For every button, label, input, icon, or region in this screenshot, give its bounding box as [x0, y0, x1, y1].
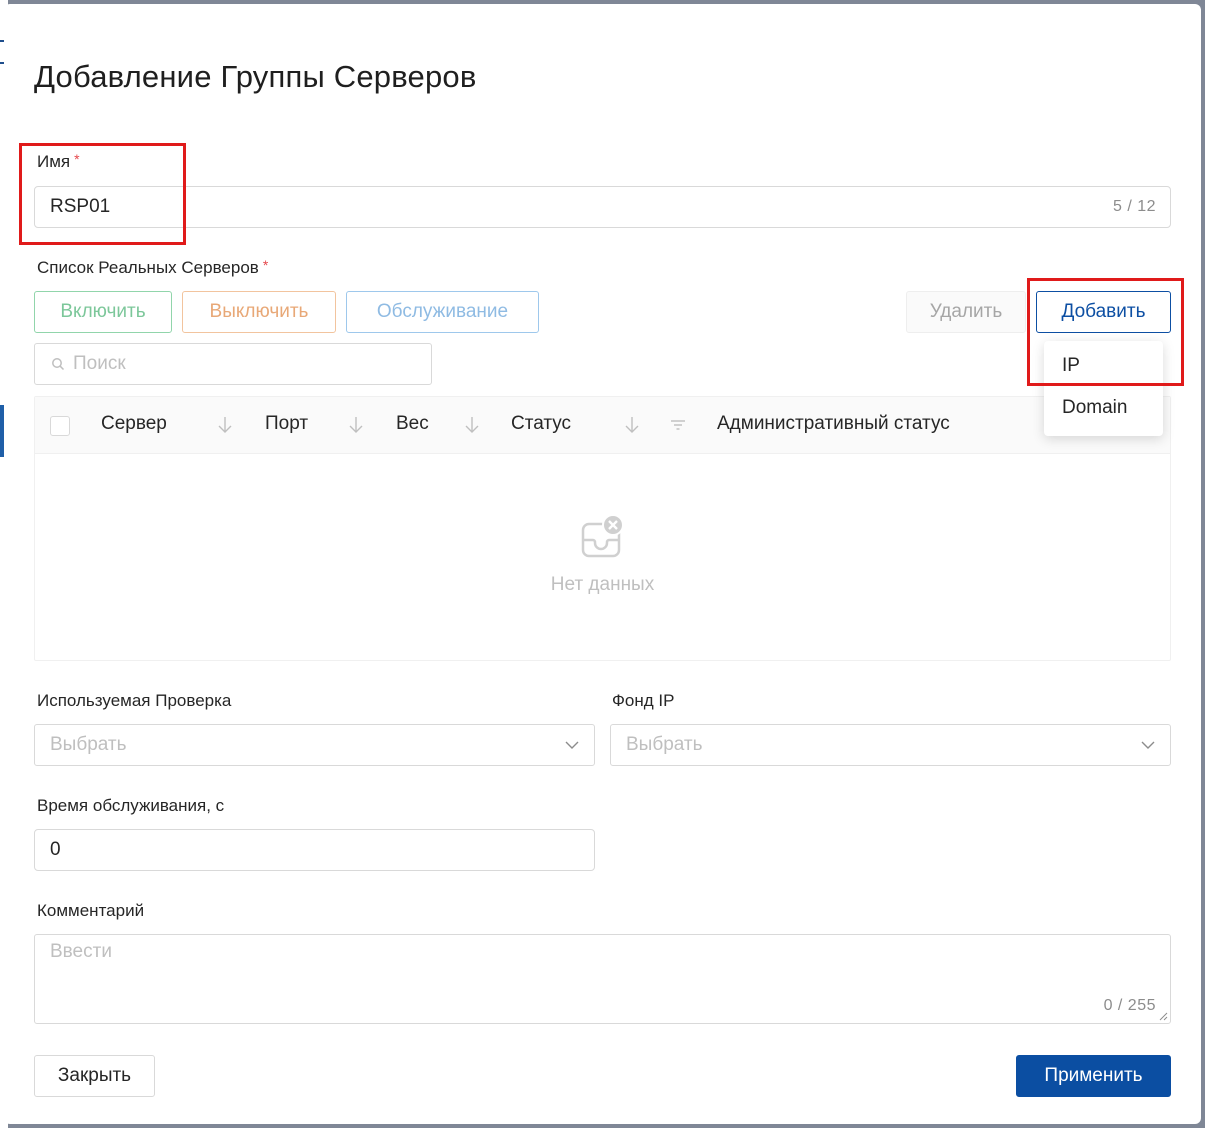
select-all-checkbox[interactable] — [50, 416, 70, 436]
comment-label: Комментарий — [37, 901, 145, 920]
maintenance-time-label: Время обслуживания, с — [37, 796, 225, 815]
chevron-down-icon — [565, 741, 579, 749]
column-port[interactable]: Порт — [265, 413, 308, 435]
comment-char-counter: 0 / 255 — [1103, 997, 1156, 1014]
required-mark: * — [262, 257, 269, 273]
ip-pool-select[interactable]: Выбрать — [610, 724, 1171, 766]
column-server[interactable]: Сервер — [101, 413, 167, 435]
ip-pool-placeholder: Выбрать — [626, 734, 703, 755]
enable-button[interactable]: Включить — [34, 291, 172, 333]
server-search-input[interactable]: Поиск — [34, 343, 432, 385]
sort-arrow-icon[interactable] — [217, 415, 233, 435]
maintenance-button[interactable]: Обслуживание — [346, 291, 539, 333]
empty-text: Нет данных — [550, 574, 655, 595]
chevron-down-icon — [1141, 741, 1155, 749]
maintenance-time-value: 0 — [50, 839, 61, 860]
sort-arrow-icon[interactable] — [348, 415, 364, 435]
add-menu-highlight — [1027, 278, 1184, 386]
menu-item-domain[interactable]: Domain — [1062, 397, 1127, 419]
empty-inbox-icon — [581, 514, 624, 558]
table-empty-state: Нет данных — [35, 454, 1170, 661]
servers-list-label: Список Реальных Серверов * — [37, 257, 269, 277]
servers-table: Сервер Порт Вес Статус Административный … — [34, 396, 1171, 661]
dialog-title: Добавление Группы Серверов — [34, 59, 477, 94]
search-placeholder: Поиск — [73, 353, 126, 374]
health-check-select[interactable]: Выбрать — [34, 724, 595, 766]
ip-pool-label: Фонд IP — [612, 691, 675, 710]
table-header: Сервер Порт Вес Статус Административный … — [35, 397, 1170, 454]
name-field-highlight — [19, 143, 186, 245]
resize-handle-icon[interactable] — [1158, 1011, 1168, 1021]
maintenance-time-input[interactable]: 0 — [34, 829, 595, 871]
name-char-counter: 5 / 12 — [1112, 198, 1156, 215]
name-input[interactable]: RSP01 5 / 12 — [34, 186, 1171, 228]
close-button[interactable]: Закрыть — [34, 1055, 155, 1097]
delete-button[interactable]: Удалить — [906, 291, 1026, 333]
disable-button[interactable]: Выключить — [182, 291, 336, 333]
search-icon — [52, 358, 65, 371]
comment-placeholder: Ввести — [50, 941, 112, 962]
sort-arrow-icon[interactable] — [624, 415, 640, 435]
health-check-placeholder: Выбрать — [50, 734, 127, 755]
sort-arrow-icon[interactable] — [464, 415, 480, 435]
filter-icon[interactable] — [670, 418, 686, 432]
add-server-group-dialog: Добавление Группы Серверов Имя * RSP01 5 … — [4, 4, 1201, 1124]
column-weight[interactable]: Вес — [396, 413, 429, 435]
column-status[interactable]: Статус — [511, 413, 571, 435]
column-admin-status[interactable]: Административный статус — [717, 413, 950, 435]
health-check-label: Используемая Проверка — [37, 691, 232, 710]
apply-button[interactable]: Применить — [1016, 1055, 1171, 1097]
comment-textarea[interactable]: Ввести 0 / 255 — [34, 934, 1171, 1024]
